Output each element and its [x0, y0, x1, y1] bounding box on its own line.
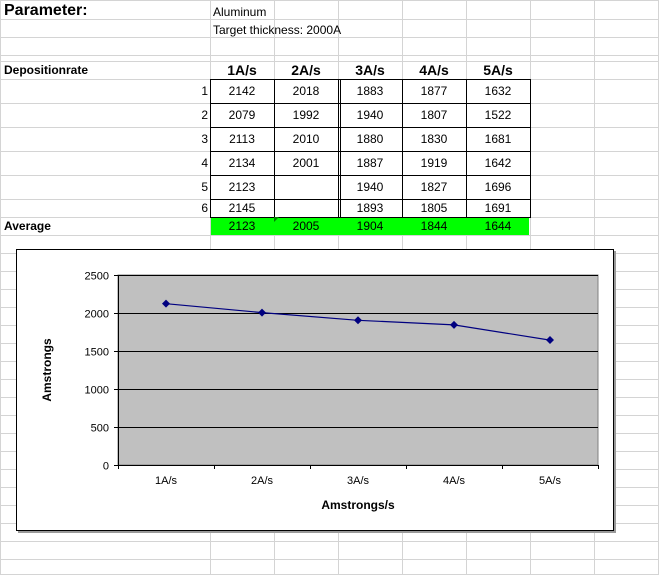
table-cell[interactable]: 1919 — [402, 151, 466, 175]
y-axis-title: Amstrongs — [40, 338, 54, 402]
plot-area — [117, 274, 599, 466]
table-cell[interactable]: 1696 — [466, 175, 530, 199]
table-cell[interactable]: 1877 — [402, 79, 466, 103]
column-header[interactable]: 4A/s — [402, 61, 466, 79]
y-tick-label: 1500 — [85, 347, 109, 359]
table-cell[interactable]: 2079 — [210, 103, 274, 127]
table-cell[interactable]: 1642 — [466, 151, 530, 175]
row-number[interactable]: 4 — [150, 151, 208, 175]
table-cell[interactable]: 2018 — [274, 79, 338, 103]
y-tick-label: 500 — [91, 423, 109, 435]
table-cell[interactable]: 2001 — [274, 151, 338, 175]
target-thickness[interactable]: Target thickness: 2000A — [213, 23, 341, 37]
average-value[interactable]: 2005 — [274, 217, 338, 235]
table-cell[interactable]: 1830 — [402, 127, 466, 151]
table-cell[interactable]: 1827 — [402, 175, 466, 199]
line-chart: 0 500 1000 1500 2000 2500 1A/s 2A/s 3A/s 4A/s 5A/s… — [40, 271, 599, 512]
y-tick-label: 0 — [103, 461, 109, 473]
y-tick-label: 2000 — [85, 309, 109, 321]
row-number[interactable]: 1 — [150, 79, 208, 103]
average-value[interactable]: 1844 — [402, 217, 466, 235]
table-cell[interactable]: 2134 — [210, 151, 274, 175]
average-value[interactable]: 2123 — [210, 217, 274, 235]
table-cell[interactable]: 2113 — [210, 127, 274, 151]
table-cell[interactable]: 1992 — [274, 103, 338, 127]
table-cell[interactable]: 1522 — [466, 103, 530, 127]
chart-area[interactable]: 0 500 1000 1500 2000 2500 1A/s 2A/s 3A/s 4A/s 5A/s… — [16, 249, 614, 531]
row-number[interactable]: 6 — [150, 199, 208, 217]
table-cell[interactable]: 1880 — [338, 127, 402, 151]
row-number[interactable]: 2 — [150, 103, 208, 127]
row-number[interactable]: 3 — [150, 127, 208, 151]
table-cell[interactable]: 1805 — [402, 199, 466, 217]
table-cell[interactable]: 1691 — [466, 199, 530, 217]
table-cell[interactable] — [274, 175, 338, 199]
column-header[interactable]: 5A/s — [466, 61, 530, 79]
y-tick-label: 1000 — [85, 385, 109, 397]
table-cell[interactable]: 1940 — [338, 103, 402, 127]
row-number[interactable]: 5 — [150, 175, 208, 199]
table-cell[interactable]: 1893 — [338, 199, 402, 217]
average-value[interactable]: 1904 — [338, 217, 402, 235]
average-value[interactable]: 1644 — [466, 217, 530, 235]
x-tick-label: 1A/s — [155, 475, 178, 487]
material-value[interactable]: Aluminum — [213, 5, 266, 19]
average-label[interactable]: Average — [4, 219, 51, 233]
spreadsheet: Parameter: Aluminum Target thickness: 20… — [0, 0, 659, 575]
x-tick-label: 4A/s — [443, 475, 466, 487]
x-tick-label: 3A/s — [347, 475, 370, 487]
table-cell[interactable]: 1632 — [466, 79, 530, 103]
table-cell[interactable] — [274, 199, 338, 217]
column-header[interactable]: 1A/s — [210, 61, 274, 79]
table-cell[interactable]: 2123 — [210, 175, 274, 199]
table-cell[interactable]: 1681 — [466, 127, 530, 151]
table-cell[interactable]: 1940 — [338, 175, 402, 199]
table-cell[interactable]: 1883 — [338, 79, 402, 103]
column-header[interactable]: 3A/s — [338, 61, 402, 79]
parameter-label[interactable]: Parameter: — [4, 2, 88, 20]
x-tick-label: 5A/s — [539, 475, 562, 487]
table-cell[interactable]: 2145 — [210, 199, 274, 217]
table-cell[interactable]: 2010 — [274, 127, 338, 151]
column-header[interactable]: 2A/s — [274, 61, 338, 79]
y-tick-label: 2500 — [85, 271, 109, 283]
table-cell[interactable]: 2142 — [210, 79, 274, 103]
x-tick-label: 2A/s — [251, 475, 274, 487]
table-cell[interactable]: 1807 — [402, 103, 466, 127]
table-cell[interactable]: 1887 — [338, 151, 402, 175]
x-axis-title: Amstrongs/s — [321, 498, 395, 512]
deposition-rate-label[interactable]: Depositionrate — [4, 63, 88, 77]
